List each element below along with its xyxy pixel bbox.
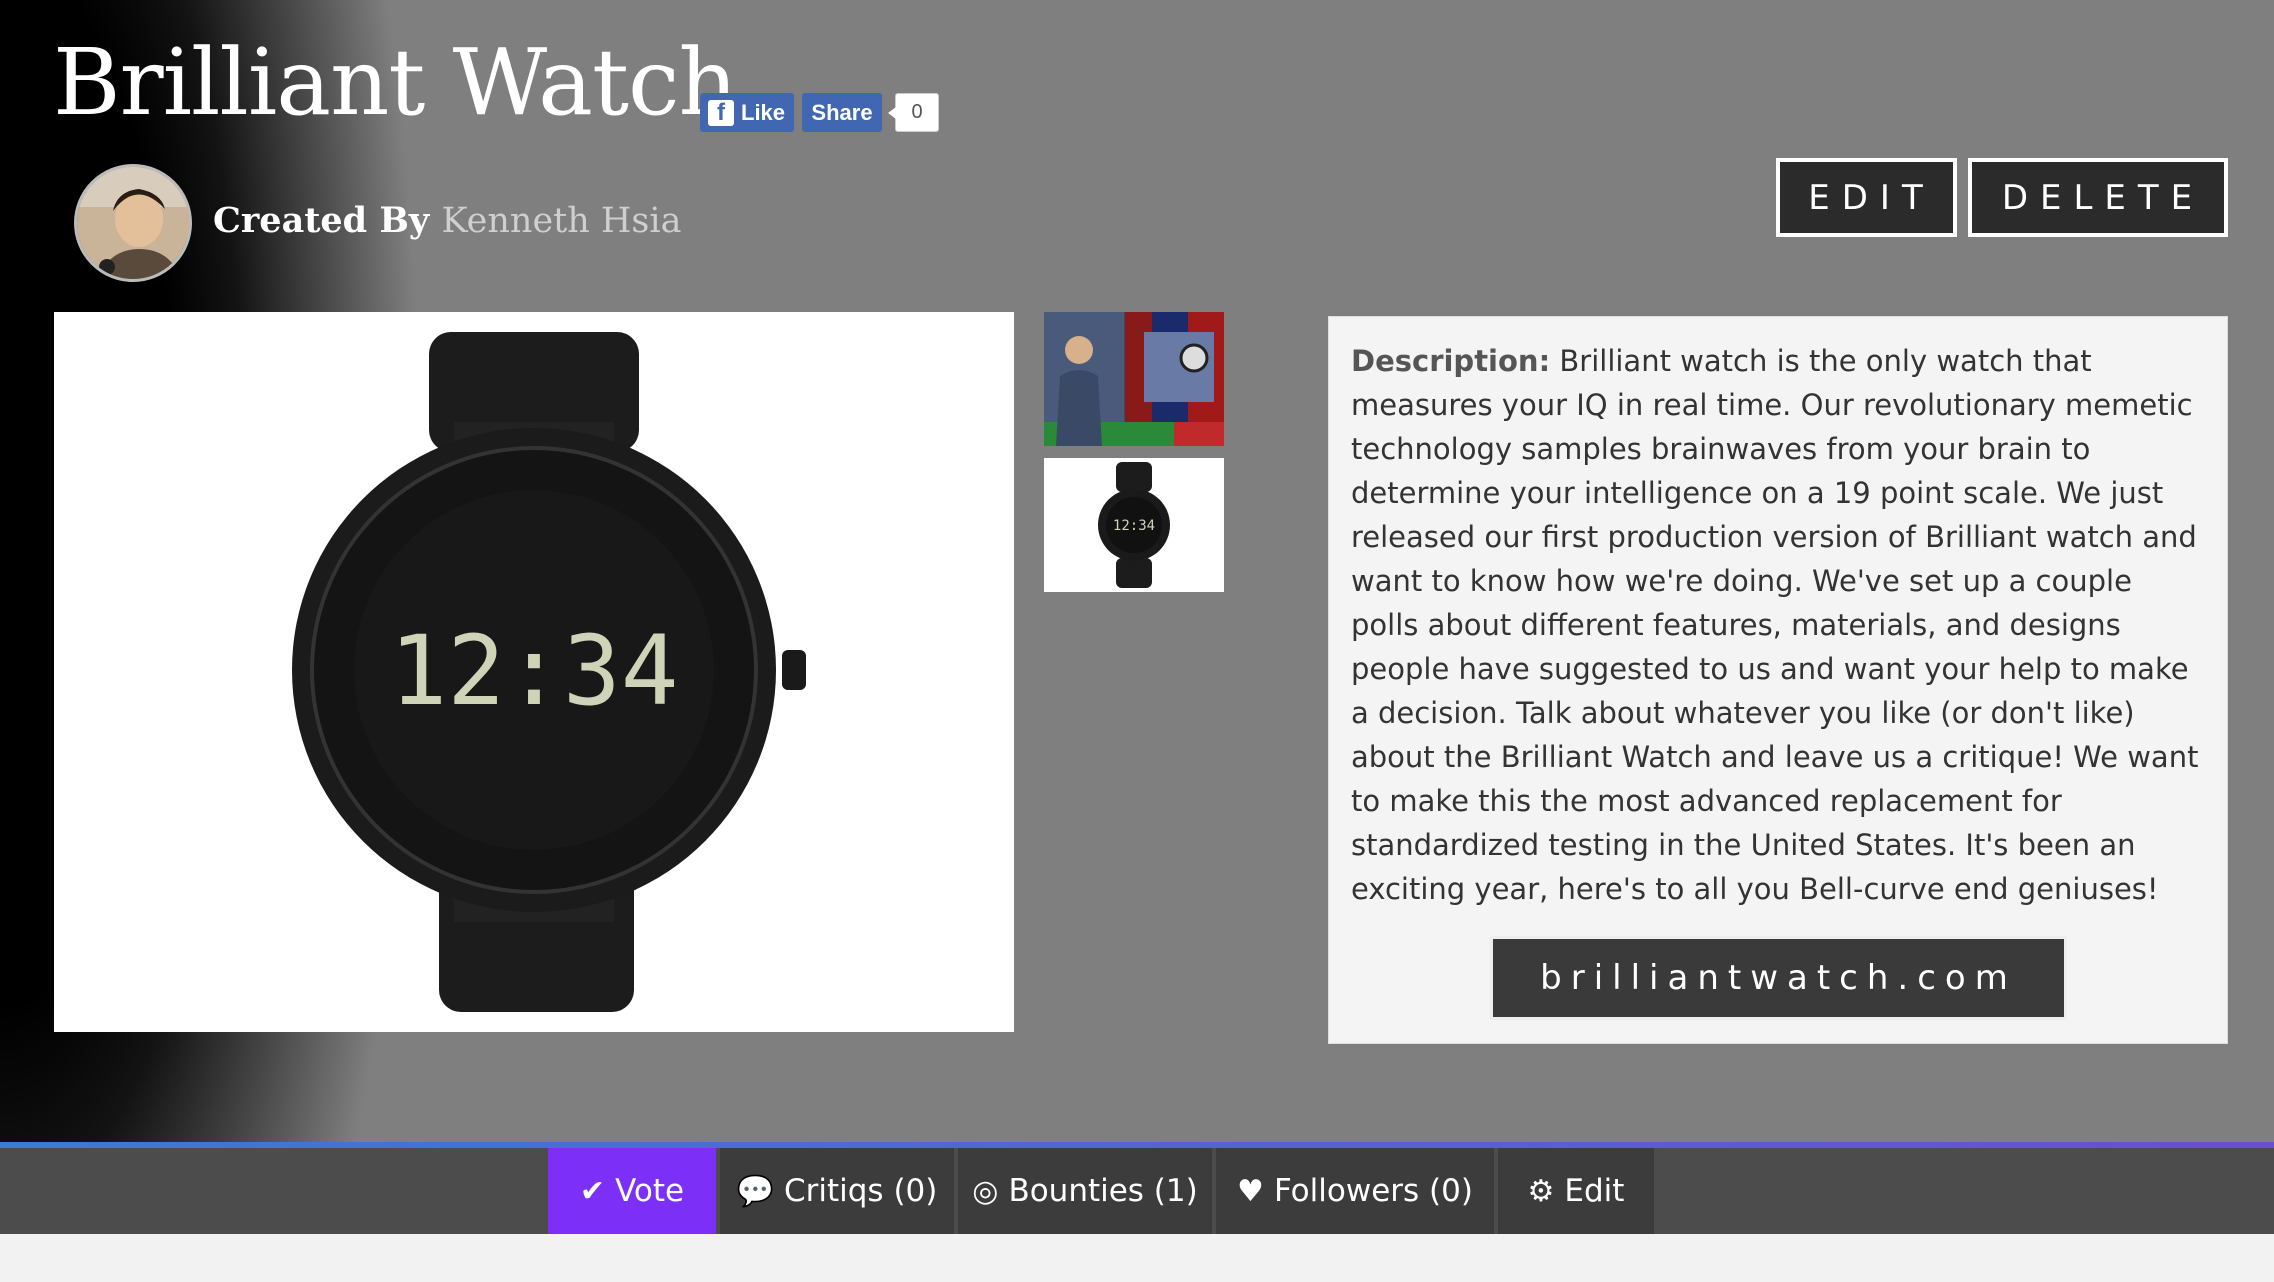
facebook-like-label: Like bbox=[741, 99, 786, 125]
created-by: Created By Kenneth Hsia bbox=[213, 200, 681, 241]
tab-vote-label: Vote bbox=[615, 1173, 685, 1209]
thumbnail-video[interactable] bbox=[1044, 312, 1224, 446]
tab-critiqs[interactable]: 💬 Critiqs (0) bbox=[720, 1148, 954, 1234]
facebook-icon: f bbox=[708, 99, 734, 126]
facebook-like-button[interactable]: f Like bbox=[700, 93, 794, 132]
tab-bounties[interactable]: ◎ Bounties (1) bbox=[958, 1148, 1212, 1234]
tab-edit[interactable]: ⚙ Edit bbox=[1498, 1148, 1654, 1234]
tab-vote[interactable]: ✔ Vote bbox=[548, 1148, 716, 1234]
tab-edit-label: Edit bbox=[1564, 1173, 1625, 1209]
website-button[interactable]: brilliantwatch.com bbox=[1490, 936, 2067, 1020]
target-icon: ◎ bbox=[972, 1173, 999, 1209]
page-title: Brilliant Watch bbox=[53, 29, 738, 136]
thumbnail-person-image bbox=[1044, 312, 1224, 446]
created-by-label: Created By bbox=[213, 200, 430, 241]
page-footer-area bbox=[0, 1234, 2274, 1282]
tab-followers-label: Followers (0) bbox=[1273, 1173, 1473, 1209]
project-nav: ✔ Vote 💬 Critiqs (0) ◎ Bounties (1) ♥ Fo… bbox=[0, 1142, 2274, 1234]
tab-followers[interactable]: ♥ Followers (0) bbox=[1216, 1148, 1494, 1234]
avatar[interactable] bbox=[74, 164, 192, 282]
avatar-image bbox=[77, 167, 189, 279]
thumbnail-watch-time: 12:34 bbox=[1113, 518, 1155, 534]
description-text: Brilliant watch is the only watch that m… bbox=[1351, 344, 2199, 906]
watch-illustration: 12:34 bbox=[292, 332, 806, 1012]
facebook-share-button[interactable]: Share bbox=[802, 93, 882, 132]
edit-button[interactable]: EDIT bbox=[1776, 158, 1957, 237]
tab-bounties-label: Bounties (1) bbox=[1008, 1173, 1198, 1209]
delete-button[interactable]: DELETE bbox=[1968, 158, 2228, 237]
description: Description: Brilliant watch is the only… bbox=[1351, 339, 2205, 911]
description-panel: Description: Brilliant watch is the only… bbox=[1328, 316, 2228, 1044]
heart-icon: ♥ bbox=[1237, 1173, 1264, 1209]
thumbnail-watch[interactable]: 12:34 bbox=[1044, 458, 1224, 592]
thumbnail-watch-image: 12:34 bbox=[1098, 462, 1170, 588]
comments-icon: 💬 bbox=[736, 1173, 774, 1209]
description-label: Description: bbox=[1351, 344, 1551, 378]
facebook-share-count: 0 bbox=[888, 93, 939, 132]
gears-icon: ⚙ bbox=[1527, 1173, 1555, 1209]
check-icon: ✔ bbox=[579, 1173, 606, 1209]
project-hero: Brilliant Watch f Like Share 0 Created B… bbox=[0, 0, 2274, 1142]
author-link[interactable]: Kenneth Hsia bbox=[441, 201, 681, 241]
main-product-image[interactable]: 12:34 bbox=[54, 312, 1014, 1032]
tab-critiqs-label: Critiqs (0) bbox=[783, 1173, 938, 1209]
watch-time-display: 12:34 bbox=[390, 615, 679, 727]
